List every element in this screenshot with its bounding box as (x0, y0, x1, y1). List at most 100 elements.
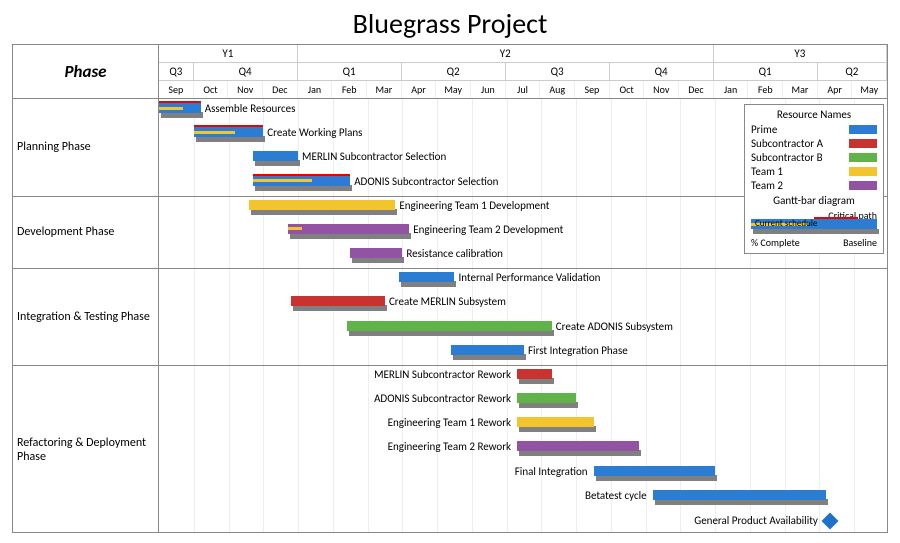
legend-item: Subcontractor B (751, 151, 877, 164)
month-label: Sep (575, 81, 610, 98)
legend-item: Prime (751, 123, 877, 136)
progress-bar (159, 107, 183, 110)
year-label: Y1 (159, 45, 298, 62)
legend-gantt-sample: Critical pathCurrent schedule (751, 209, 877, 235)
task-label: Internal Performance Validation (458, 271, 600, 284)
month-label: Dec (263, 81, 298, 98)
month-label: Nov (644, 81, 679, 98)
task-label: Create MERLIN Subsystem (389, 295, 506, 308)
task-label: Resistance calibration (406, 247, 503, 260)
month-label: Sep (159, 81, 194, 98)
task-bar (347, 321, 552, 331)
progress-bar (288, 227, 302, 230)
quarter-label: Q3 (506, 63, 610, 80)
month-label: Oct (194, 81, 229, 98)
legend-swatch (849, 181, 877, 190)
phase-column: Planning PhaseDevelopment PhaseIntegrati… (13, 99, 159, 532)
task-label: First Integration Phase (528, 344, 628, 357)
task-label: Create Working Plans (267, 126, 362, 139)
phase-label: Development Phase (13, 196, 159, 269)
phase-label: Integration & Testing Phase (13, 268, 159, 365)
task-label: ADONIS Subcontractor Selection (354, 175, 498, 188)
task-label: Engineering Team 2 Rework (388, 440, 511, 453)
task-bar (249, 200, 395, 210)
month-label: Oct (610, 81, 645, 98)
quarter-label: Q2 (818, 63, 887, 80)
month-label: Jun (471, 81, 506, 98)
task-bar (517, 417, 593, 427)
year-label: Y2 (298, 45, 714, 62)
legend-title: Resource Names (751, 108, 877, 121)
phase-label: Refactoring & Deployment Phase (13, 365, 159, 534)
quarter-label: Q2 (402, 63, 506, 80)
month-row: SepOctNovDecJanFebMarAprMayJunJulAugSepO… (159, 81, 887, 99)
phase-label: Planning Phase (13, 99, 159, 196)
month-label: Nov (228, 81, 263, 98)
quarter-label: Q4 (194, 63, 298, 80)
legend-swatch (849, 139, 877, 148)
month-label: Dec (679, 81, 714, 98)
task-bar (517, 393, 576, 403)
task-label: Engineering Team 1 Rework (388, 416, 511, 429)
legend-swatch (849, 167, 877, 176)
task-label: Final Integration (515, 465, 588, 478)
task-label: ADONIS Subcontractor Rework (374, 392, 511, 405)
task-bar (653, 490, 827, 500)
month-label: May (852, 81, 887, 98)
task-bar (159, 103, 201, 113)
task-bar (291, 296, 385, 306)
timeline-header: Phase Y1Y2Y3 Q3Q4Q1Q2Q3Q4Q1Q2 SepOctNovD… (13, 45, 887, 99)
year-row: Y1Y2Y3 (159, 45, 887, 63)
quarter-label: Q1 (298, 63, 402, 80)
month-label: Mar (367, 81, 402, 98)
task-label: Create ADONIS Subsystem (556, 320, 673, 333)
month-label: Feb (332, 81, 367, 98)
quarter-label: Q1 (714, 63, 818, 80)
chart-title: Bluegrass Project (0, 0, 900, 45)
legend-item: Subcontractor A (751, 137, 877, 150)
legend-swatch (849, 153, 877, 162)
task-label: MERLIN Subcontractor Selection (302, 150, 446, 163)
task-label: MERLIN Subcontractor Rework (374, 368, 511, 381)
legend-swatch (849, 125, 877, 134)
month-label: Mar (783, 81, 818, 98)
month-label: Apr (818, 81, 853, 98)
task-label: Engineering Team 2 Development (413, 223, 563, 236)
legend: Resource Names PrimeSubcontractor ASubcon… (744, 104, 884, 254)
phase-header: Phase (13, 45, 159, 99)
task-bar (399, 272, 455, 282)
task-label: Betatest cycle (585, 489, 647, 502)
legend-baseline-label: Baseline (843, 236, 877, 249)
month-label: Jul (506, 81, 541, 98)
task-label: General Product Availability (694, 514, 818, 527)
month-label: Jan (298, 81, 333, 98)
legend-complete-label: % Complete (751, 236, 800, 249)
quarter-label: Q3 (159, 63, 194, 80)
task-label: Assemble Resources (205, 102, 296, 115)
progress-bar (253, 179, 312, 182)
task-bar (517, 369, 552, 379)
task-bar (350, 248, 402, 258)
progress-bar (194, 131, 236, 134)
legend-gantt-title: Gantt-bar diagram (751, 194, 877, 207)
milestone-icon (821, 512, 838, 529)
task-bar (594, 466, 716, 476)
task-bar (253, 176, 350, 186)
task-bar (288, 224, 410, 234)
month-label: May (436, 81, 471, 98)
month-label: Aug (540, 81, 575, 98)
legend-sample-bar: Current schedule (751, 219, 877, 229)
quarter-label: Q4 (610, 63, 714, 80)
month-label: Apr (402, 81, 437, 98)
task-bar (517, 441, 639, 451)
month-label: Jan (714, 81, 749, 98)
task-bar (194, 127, 264, 137)
legend-item: Team 2 (751, 179, 877, 192)
task-bar (451, 345, 524, 355)
task-label: Engineering Team 1 Development (399, 199, 549, 212)
quarter-row: Q3Q4Q1Q2Q3Q4Q1Q2 (159, 63, 887, 81)
month-label: Feb (748, 81, 783, 98)
legend-item: Team 1 (751, 165, 877, 178)
year-label: Y3 (714, 45, 887, 62)
task-bar (253, 151, 298, 161)
